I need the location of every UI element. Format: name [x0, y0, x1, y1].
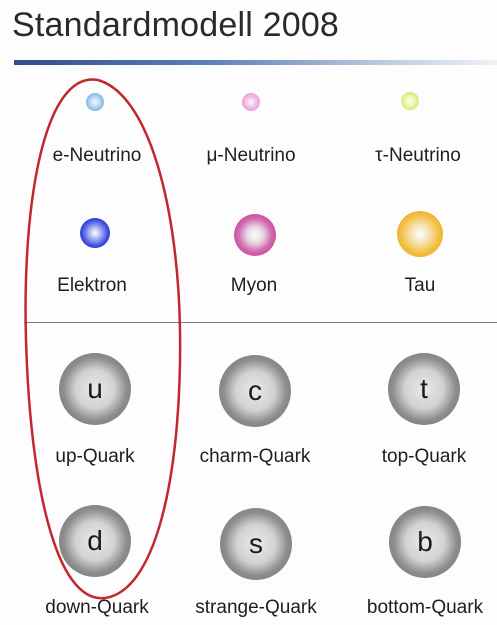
charm-quark-label: charm-Quark: [199, 446, 311, 467]
electron-label: Elektron: [57, 275, 127, 296]
page-title: Standardmodell 2008: [12, 6, 340, 44]
charm-quark-symbol: c: [248, 375, 262, 406]
bottom-quark-symbol: b: [417, 526, 433, 557]
charm-quark-icon: c: [219, 355, 291, 427]
top-quark-symbol: t: [420, 373, 428, 404]
top-quark-label: top-Quark: [381, 446, 467, 467]
down-quark-label: down-Quark: [45, 597, 149, 618]
top-quark-icon: t: [388, 353, 460, 425]
strange-quark-label: strange-Quark: [195, 597, 317, 618]
standard-model-diagram: Standardmodell 2008 e-Neutrino μ-Neutrin…: [0, 0, 497, 625]
electron-icon: [80, 218, 110, 248]
muon-icon: [234, 214, 276, 256]
mu-neutrino-label: μ-Neutrino: [206, 145, 296, 166]
e-neutrino-label: e-Neutrino: [52, 145, 142, 166]
tau-neutrino-label: τ-Neutrino: [375, 145, 461, 166]
tau-neutrino-icon: [401, 92, 419, 110]
strange-quark-icon: s: [220, 508, 292, 580]
bottom-quark-label: bottom-Quark: [366, 597, 484, 618]
tau-label: Tau: [404, 275, 436, 296]
e-neutrino-icon: [86, 93, 104, 111]
muon-label: Myon: [230, 275, 278, 296]
up-quark-symbol: u: [87, 373, 103, 404]
tau-icon: [397, 211, 443, 257]
title-underline-bar: [14, 60, 497, 65]
lepton-quark-divider: [24, 322, 497, 323]
down-quark-symbol: d: [87, 525, 103, 556]
bottom-quark-icon: b: [389, 506, 461, 578]
mu-neutrino-icon: [242, 93, 260, 111]
up-quark-label: up-Quark: [55, 446, 135, 467]
up-quark-icon: u: [59, 353, 131, 425]
down-quark-icon: d: [59, 505, 131, 577]
strange-quark-symbol: s: [249, 528, 263, 559]
